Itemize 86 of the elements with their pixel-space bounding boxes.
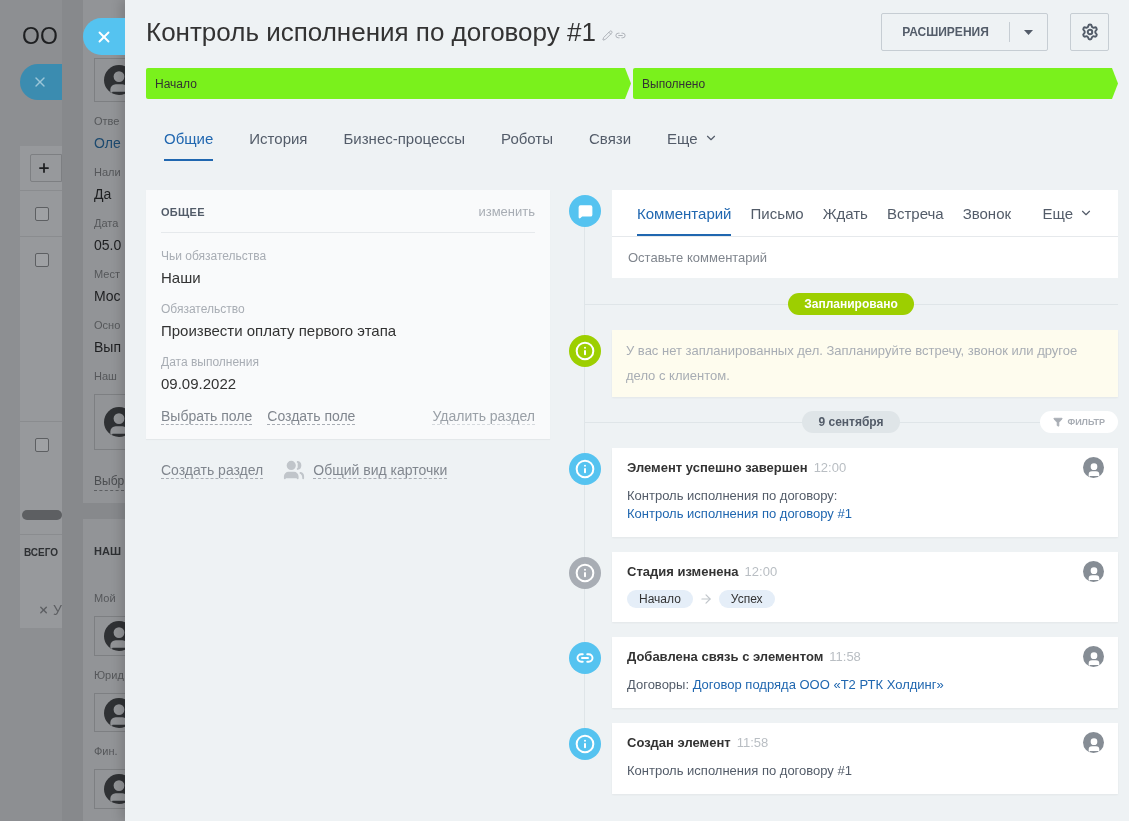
caret-icon xyxy=(1024,29,1033,35)
info-icon xyxy=(575,459,595,479)
event-title: Элемент успешно завершен xyxy=(627,460,808,475)
tab[interactable]: Связи xyxy=(589,115,632,161)
card-view-link[interactable]: Общий вид карточки xyxy=(313,461,448,479)
stage-chip: Начало xyxy=(627,590,693,608)
row-checkbox[interactable] xyxy=(35,253,49,267)
field-value: Мос xyxy=(94,287,121,306)
create-section-link[interactable]: Создать раздел xyxy=(161,461,264,479)
event-link[interactable]: Контроль исполнения по договору #1 xyxy=(627,506,852,521)
event-title: Создан элемент xyxy=(627,735,731,750)
event-time: 12:00 xyxy=(744,564,778,579)
composer-tab[interactable]: Еще xyxy=(1042,190,1093,236)
scrollbar[interactable] xyxy=(22,510,62,520)
add-button[interactable] xyxy=(30,154,62,182)
field-value: Произвести оплату первого этапа xyxy=(161,322,398,339)
stage-step[interactable]: Выполнено xyxy=(633,68,1118,99)
composer-tab[interactable]: Звонок xyxy=(962,190,1012,236)
tab[interactable]: Бизнес-процессы xyxy=(343,115,466,161)
event-title: Стадия изменена xyxy=(627,564,739,579)
event-time: 11:58 xyxy=(829,649,861,664)
settings-button[interactable] xyxy=(1070,13,1109,51)
notice-text: У вас нет запланированных дел. Запланируйте встречу, звонок или другое дело с клиентом. xyxy=(625,342,1079,385)
field-value: 05.0 xyxy=(94,236,122,255)
user-avatar-icon xyxy=(1083,646,1104,667)
section-title: ОБЩЕЕ xyxy=(161,205,205,218)
user-avatar-icon xyxy=(1083,457,1104,478)
field-label: Отве xyxy=(94,114,120,129)
field-label: Мой xyxy=(94,591,116,606)
cancel-label: У xyxy=(53,602,62,618)
info-icon xyxy=(575,734,595,754)
tab[interactable]: Роботы xyxy=(501,115,554,161)
arrow-icon xyxy=(698,592,713,606)
comment-icon xyxy=(569,195,601,227)
event-link[interactable]: Договор подряда ООО «Т2 РТК Холдинг» xyxy=(692,677,944,692)
field-value: Да xyxy=(94,185,112,204)
field-label: Нали xyxy=(94,165,121,180)
field-value: Вып xyxy=(94,338,121,357)
comment-field[interactable]: Оставьте комментарий xyxy=(612,237,1118,278)
page-title: ОО xyxy=(22,22,58,50)
event-time: 11:58 xyxy=(736,735,769,750)
settings-icon xyxy=(1080,23,1099,41)
close-button[interactable] xyxy=(83,18,125,55)
event-text: Контроль исполнения по договору #1 xyxy=(627,762,853,780)
composer-tab[interactable]: Ждать xyxy=(822,190,868,236)
field-label: Чьи обязательства xyxy=(161,249,268,263)
tab[interactable]: Общие xyxy=(164,115,214,161)
field-link[interactable]: Оле xyxy=(94,133,121,153)
plus-icon xyxy=(37,161,51,175)
close-pill[interactable] xyxy=(20,64,62,100)
field-label: Мест xyxy=(94,267,120,282)
row-checkbox[interactable] xyxy=(35,207,49,221)
stage-chip: Успех xyxy=(718,590,775,608)
field-label: Дата выполнения xyxy=(161,355,260,369)
filter-icon xyxy=(1053,417,1064,427)
event-title: Добавлена связь с элементом xyxy=(627,649,824,664)
field-value: 09.09.2022 xyxy=(161,375,238,392)
field-label: Осно xyxy=(94,318,121,333)
page-title: Контроль исполнения по договору #1 xyxy=(146,16,596,48)
info-icon xyxy=(569,335,601,367)
field-label: Фин. xyxy=(94,744,118,760)
pencil-icon[interactable] xyxy=(601,29,613,41)
info-icon xyxy=(575,563,595,583)
field-action-link[interactable]: Создать поле xyxy=(267,408,356,425)
field-label: Дата xyxy=(94,216,119,231)
field-label: Юрид xyxy=(94,667,124,683)
user-avatar-icon xyxy=(1083,732,1104,753)
stage-step[interactable]: Начало xyxy=(146,68,631,99)
event-time: 12:00 xyxy=(813,460,847,475)
event-text: Договоры: Договор подряда ООО «Т2 РТК Холдинг» xyxy=(627,676,945,694)
tab[interactable]: История xyxy=(249,115,308,161)
field-heading: НАШ xyxy=(94,544,121,559)
field-label: Наш xyxy=(94,369,117,384)
event-text: Контроль исполнения по договору: Контроль исполнения по договору #1 xyxy=(627,487,853,523)
composer-tab[interactable]: Встреча xyxy=(886,190,944,236)
row-checkbox[interactable] xyxy=(35,438,49,452)
user-avatar-icon xyxy=(1083,561,1104,582)
field-action-link[interactable]: Выбрать поле xyxy=(161,408,253,425)
date-badge: 9 сентября xyxy=(802,411,900,433)
composer-tab[interactable]: Письмо xyxy=(750,190,804,236)
extensions-button[interactable]: РАСШИРЕНИЯ xyxy=(881,13,1048,51)
tab[interactable]: Еще xyxy=(667,115,718,161)
field-value: Наши xyxy=(161,269,202,286)
field-label: Обязательство xyxy=(161,302,246,316)
planned-badge: Запланировано xyxy=(788,293,914,315)
users-icon xyxy=(283,459,306,481)
